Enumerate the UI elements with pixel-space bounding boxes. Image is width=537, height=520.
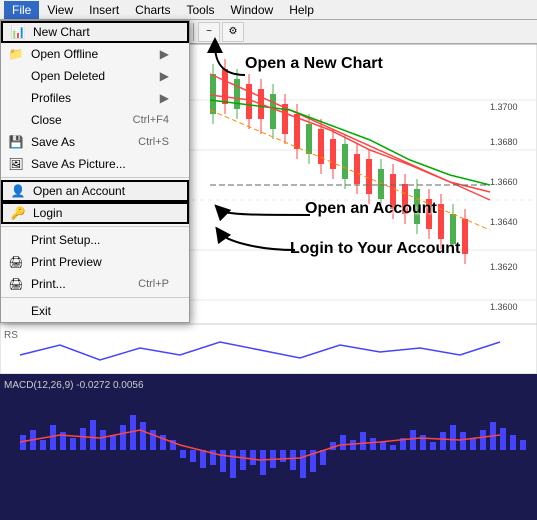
menu-file[interactable]: File	[4, 1, 39, 19]
main-window: RS MACD(12,26,9) -0.0272 0.0056	[0, 0, 537, 520]
open-deleted-label: Open Deleted	[31, 69, 105, 83]
file-dropdown: 📊 New Chart 📁 Open Offline ▶ Open Delete…	[0, 20, 190, 323]
svg-text:1.3660: 1.3660	[490, 177, 518, 187]
svg-text:1.3620: 1.3620	[490, 262, 518, 272]
print-setup-label: Print Setup...	[31, 233, 100, 247]
menu-sep-3	[1, 297, 189, 298]
open-offline-arrow: ▶	[160, 47, 169, 61]
print-shortcut: Ctrl+P	[138, 278, 169, 290]
menu-item-open-deleted[interactable]: Open Deleted ▶	[1, 65, 189, 87]
menu-item-print[interactable]: 🖨 Print... Ctrl+P	[1, 273, 189, 295]
menu-tools[interactable]: Tools	[179, 1, 223, 19]
menu-help[interactable]: Help	[281, 1, 322, 19]
menu-sep-2	[1, 226, 189, 227]
account-icon: 👤	[7, 181, 29, 201]
save-as-label: Save As	[31, 135, 75, 149]
svg-text:1.3640: 1.3640	[490, 217, 518, 227]
menu-item-login[interactable]: 🔑 Login	[1, 202, 189, 224]
open-offline-icon: 📁	[5, 44, 27, 64]
svg-text:1.3600: 1.3600	[490, 302, 518, 312]
menu-insert[interactable]: Insert	[81, 1, 127, 19]
save-as-shortcut: Ctrl+S	[138, 136, 169, 148]
menu-item-print-preview[interactable]: 🖨 Print Preview	[1, 251, 189, 273]
annotation-login: Login to Your Account	[290, 240, 460, 258]
menu-sep-1	[1, 177, 189, 178]
new-chart-label: New Chart	[33, 25, 90, 39]
profiles-label: Profiles	[31, 91, 71, 105]
print-preview-label: Print Preview	[31, 255, 102, 269]
menu-item-save-as[interactable]: 💾 Save As Ctrl+S	[1, 131, 189, 153]
svg-text:1.3680: 1.3680	[490, 137, 518, 147]
menu-window[interactable]: Window	[223, 1, 282, 19]
save-picture-label: Save As Picture...	[31, 157, 126, 171]
menu-item-exit[interactable]: Exit	[1, 300, 189, 322]
print-label: Print...	[31, 277, 66, 291]
menu-item-print-setup[interactable]: Print Setup...	[1, 229, 189, 251]
menu-item-new-chart[interactable]: 📊 New Chart	[1, 21, 189, 43]
save-picture-icon: 🖼	[5, 154, 27, 174]
close-shortcut: Ctrl+F4	[133, 114, 169, 126]
login-icon: 🔑	[7, 203, 29, 223]
annotation-new-chart: Open a New Chart	[245, 55, 383, 73]
print-preview-icon: 🖨	[5, 252, 27, 272]
annotation-open-account: Open an Account	[305, 200, 437, 218]
menu-bar: File View Insert Charts Tools Window Hel…	[0, 0, 537, 20]
open-deleted-arrow: ▶	[160, 69, 169, 83]
login-label: Login	[33, 206, 62, 220]
profiles-arrow: ▶	[160, 91, 169, 105]
toolbar-sep-4	[193, 23, 194, 41]
menu-view[interactable]: View	[39, 1, 81, 19]
new-chart-icon: 📊	[7, 22, 29, 42]
toolbar-indicator[interactable]: ~	[198, 22, 220, 42]
exit-label: Exit	[31, 304, 51, 318]
close-label: Close	[31, 113, 62, 127]
svg-text:1.3700: 1.3700	[490, 102, 518, 112]
toolbar-expert[interactable]: ⚙	[222, 22, 244, 42]
menu-item-save-picture[interactable]: 🖼 Save As Picture...	[1, 153, 189, 175]
menu-item-open-account[interactable]: 👤 Open an Account	[1, 180, 189, 202]
svg-text:RS: RS	[4, 330, 18, 341]
menu-item-close[interactable]: Close Ctrl+F4	[1, 109, 189, 131]
print-icon: 🖨	[5, 274, 27, 294]
menu-item-open-offline[interactable]: 📁 Open Offline ▶	[1, 43, 189, 65]
menu-item-profiles[interactable]: Profiles ▶	[1, 87, 189, 109]
save-as-icon: 💾	[5, 132, 27, 152]
svg-text:MACD(12,26,9) -0.0272 0.0056: MACD(12,26,9) -0.0272 0.0056	[4, 380, 144, 391]
open-offline-label: Open Offline	[31, 47, 98, 61]
open-account-label: Open an Account	[33, 184, 125, 198]
menu-charts[interactable]: Charts	[127, 1, 178, 19]
